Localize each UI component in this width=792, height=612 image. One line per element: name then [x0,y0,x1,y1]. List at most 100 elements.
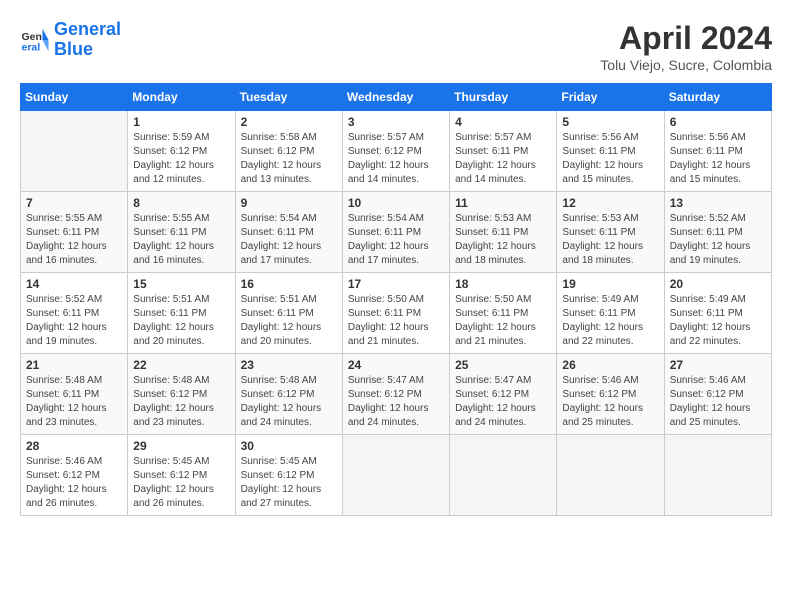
day-number: 6 [670,115,766,129]
calendar-cell: 16 Sunrise: 5:51 AMSunset: 6:11 PMDayligh… [235,273,342,354]
day-number: 4 [455,115,551,129]
day-info: Sunrise: 5:55 AMSunset: 6:11 PMDaylight:… [26,212,122,268]
calendar-cell: 6 Sunrise: 5:56 AMSunset: 6:11 PMDaylight… [664,111,771,192]
day-info: Sunrise: 5:55 AMSunset: 6:11 PMDaylight:… [133,212,229,268]
header-cell-wednesday: Wednesday [342,84,449,111]
calendar-table: SundayMondayTuesdayWednesdayThursdayFrid… [20,83,772,516]
calendar-week-3: 14Sunrise: 5:52 AMSunset: 6:11 PMDayligh… [21,273,772,354]
day-info: Sunrise: 5:57 AMSunset: 6:11 PMDaylight:… [455,131,551,187]
calendar-cell: 28 Sunrise: 5:46 AMSunset: 6:12 PMDayligh… [21,435,128,516]
header-cell-friday: Friday [557,84,664,111]
calendar-cell: 20 Sunrise: 5:49 AMSunset: 6:11 PMDayligh… [664,273,771,354]
calendar-cell: 5 Sunrise: 5:56 AMSunset: 6:11 PMDaylight… [557,111,664,192]
day-number: 30 [241,439,337,453]
calendar-cell: 11 Sunrise: 5:53 AMSunset: 6:11 PMDayligh… [450,192,557,273]
day-info: Sunrise: 5:49 AMSunset: 6:11 PMDaylight:… [670,293,766,349]
day-info: Sunrise: 5:58 AMSunset: 6:12 PMDaylight:… [241,131,337,187]
calendar-cell: 14Sunrise: 5:52 AMSunset: 6:11 PMDayligh… [21,273,128,354]
day-number: 17 [348,277,444,291]
month-title: April 2024 [600,20,772,57]
day-info: Sunrise: 5:46 AMSunset: 6:12 PMDaylight:… [562,374,658,430]
day-number: 21 [26,358,122,372]
calendar-cell: 12 Sunrise: 5:53 AMSunset: 6:11 PMDayligh… [557,192,664,273]
calendar-cell: 9Sunrise: 5:54 AMSunset: 6:11 PMDaylight… [235,192,342,273]
calendar-cell: 8 Sunrise: 5:55 AMSunset: 6:11 PMDaylight… [128,192,235,273]
calendar-cell: 1 Sunrise: 5:59 AMSunset: 6:12 PMDaylight… [128,111,235,192]
calendar-cell: 7 Sunrise: 5:55 AMSunset: 6:11 PMDaylight… [21,192,128,273]
header-cell-sunday: Sunday [21,84,128,111]
day-info: Sunrise: 5:48 AMSunset: 6:11 PMDaylight:… [26,374,122,430]
day-info: Sunrise: 5:50 AMSunset: 6:11 PMDaylight:… [348,293,444,349]
calendar-week-1: 1 Sunrise: 5:59 AMSunset: 6:12 PMDaylight… [21,111,772,192]
calendar-cell: 4 Sunrise: 5:57 AMSunset: 6:11 PMDaylight… [450,111,557,192]
day-number: 14 [26,277,122,291]
header-cell-monday: Monday [128,84,235,111]
day-number: 2 [241,115,337,129]
calendar-week-4: 21 Sunrise: 5:48 AMSunset: 6:11 PMDayligh… [21,354,772,435]
calendar-cell: 2 Sunrise: 5:58 AMSunset: 6:12 PMDaylight… [235,111,342,192]
header-cell-saturday: Saturday [664,84,771,111]
day-info: Sunrise: 5:59 AMSunset: 6:12 PMDaylight:… [133,131,229,187]
logo-icon: Gen eral [20,25,50,55]
day-number: 24 [348,358,444,372]
calendar-cell: 3 Sunrise: 5:57 AMSunset: 6:12 PMDaylight… [342,111,449,192]
day-number: 3 [348,115,444,129]
location-subtitle: Tolu Viejo, Sucre, Colombia [600,57,772,73]
day-info: Sunrise: 5:56 AMSunset: 6:11 PMDaylight:… [670,131,766,187]
svg-text:eral: eral [22,41,41,53]
calendar-cell [664,435,771,516]
calendar-cell: 24 Sunrise: 5:47 AMSunset: 6:12 PMDayligh… [342,354,449,435]
calendar-cell: 17 Sunrise: 5:50 AMSunset: 6:11 PMDayligh… [342,273,449,354]
calendar-cell: 26 Sunrise: 5:46 AMSunset: 6:12 PMDayligh… [557,354,664,435]
calendar-header: SundayMondayTuesdayWednesdayThursdayFrid… [21,84,772,111]
day-number: 12 [562,196,658,210]
day-info: Sunrise: 5:45 AMSunset: 6:12 PMDaylight:… [133,455,229,511]
day-number: 18 [455,277,551,291]
day-info: Sunrise: 5:53 AMSunset: 6:11 PMDaylight:… [562,212,658,268]
day-info: Sunrise: 5:53 AMSunset: 6:11 PMDaylight:… [455,212,551,268]
day-number: 20 [670,277,766,291]
calendar-cell: 13 Sunrise: 5:52 AMSunset: 6:11 PMDayligh… [664,192,771,273]
day-number: 22 [133,358,229,372]
day-info: Sunrise: 5:47 AMSunset: 6:12 PMDaylight:… [455,374,551,430]
day-number: 28 [26,439,122,453]
header-cell-tuesday: Tuesday [235,84,342,111]
day-info: Sunrise: 5:49 AMSunset: 6:11 PMDaylight:… [562,293,658,349]
calendar-cell: 10Sunrise: 5:54 AMSunset: 6:11 PMDayligh… [342,192,449,273]
calendar-body: 1 Sunrise: 5:59 AMSunset: 6:12 PMDaylight… [21,111,772,516]
page-header: Gen eral General Blue April 2024 Tolu Vi… [20,20,772,73]
day-number: 13 [670,196,766,210]
day-info: Sunrise: 5:52 AMSunset: 6:11 PMDaylight:… [670,212,766,268]
day-info: Sunrise: 5:46 AMSunset: 6:12 PMDaylight:… [26,455,122,511]
calendar-cell: 21 Sunrise: 5:48 AMSunset: 6:11 PMDayligh… [21,354,128,435]
day-number: 19 [562,277,658,291]
day-info: Sunrise: 5:45 AMSunset: 6:12 PMDaylight:… [241,455,337,511]
calendar-cell [21,111,128,192]
day-info: Sunrise: 5:57 AMSunset: 6:12 PMDaylight:… [348,131,444,187]
day-number: 25 [455,358,551,372]
day-number: 15 [133,277,229,291]
calendar-week-5: 28 Sunrise: 5:46 AMSunset: 6:12 PMDayligh… [21,435,772,516]
logo: Gen eral General Blue [20,20,121,60]
calendar-cell: 29Sunrise: 5:45 AMSunset: 6:12 PMDayligh… [128,435,235,516]
logo-text: General Blue [54,20,121,60]
day-number: 16 [241,277,337,291]
day-number: 26 [562,358,658,372]
calendar-cell: 27Sunrise: 5:46 AMSunset: 6:12 PMDayligh… [664,354,771,435]
day-info: Sunrise: 5:56 AMSunset: 6:11 PMDaylight:… [562,131,658,187]
day-number: 8 [133,196,229,210]
calendar-cell [557,435,664,516]
day-info: Sunrise: 5:48 AMSunset: 6:12 PMDaylight:… [241,374,337,430]
calendar-week-2: 7 Sunrise: 5:55 AMSunset: 6:11 PMDaylight… [21,192,772,273]
day-number: 11 [455,196,551,210]
calendar-cell: 15Sunrise: 5:51 AMSunset: 6:11 PMDayligh… [128,273,235,354]
day-number: 1 [133,115,229,129]
day-number: 5 [562,115,658,129]
day-info: Sunrise: 5:47 AMSunset: 6:12 PMDaylight:… [348,374,444,430]
day-number: 10 [348,196,444,210]
day-number: 7 [26,196,122,210]
header-cell-thursday: Thursday [450,84,557,111]
day-info: Sunrise: 5:51 AMSunset: 6:11 PMDaylight:… [241,293,337,349]
day-info: Sunrise: 5:48 AMSunset: 6:12 PMDaylight:… [133,374,229,430]
calendar-cell [450,435,557,516]
